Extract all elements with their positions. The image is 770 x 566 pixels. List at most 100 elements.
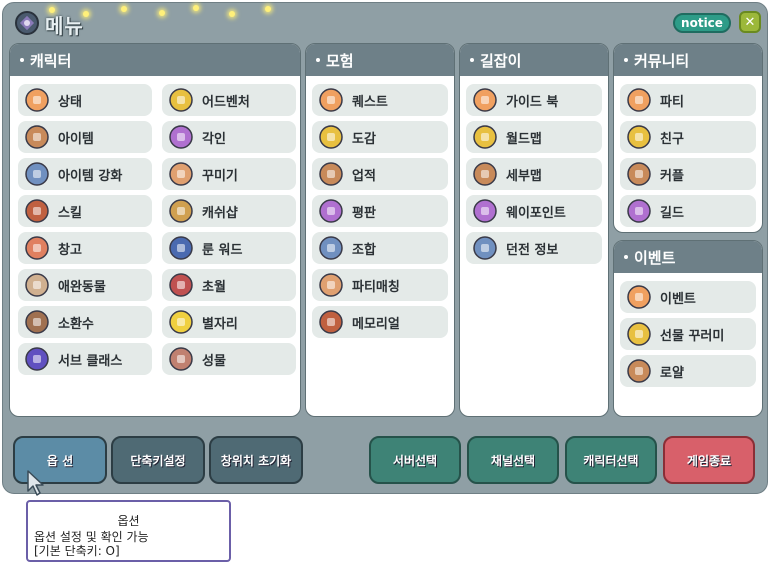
menu-item-waypoint-orb[interactable]: 웨이포인트 — [466, 195, 602, 227]
menu-item-label: 메모리얼 — [352, 316, 400, 332]
panel-header-guide: 길잡이 — [460, 44, 608, 76]
menu-item-label: 월드맵 — [506, 131, 542, 147]
menu-item-label: 도감 — [352, 131, 376, 147]
channel-select-button[interactable]: 채널선택 — [467, 436, 559, 484]
menu-gear-icon — [15, 11, 39, 35]
menu-item-enhance[interactable]: 아이템 강화 — [18, 158, 152, 190]
panel-guide: 길잡이 가이드 북월드맵세부맵웨이포인트던전 정보 — [459, 43, 609, 417]
trophy-icon — [319, 162, 343, 186]
menu-item-relic[interactable]: 성물 — [162, 343, 296, 375]
menu-item-label: 꾸미기 — [202, 168, 238, 184]
hotkey-settings-button[interactable]: 단축키설정 — [111, 436, 205, 484]
engraving-icon — [169, 125, 193, 149]
menu-item-subclass[interactable]: 서브 클래스 — [18, 343, 152, 375]
menu-item-trophy[interactable]: 업적 — [312, 158, 448, 190]
party-icon — [627, 88, 651, 112]
server-select-button[interactable]: 서버선택 — [369, 436, 461, 484]
menu-item-memorial[interactable]: 메모리얼 — [312, 306, 448, 338]
menu-item-label: 로얄 — [660, 365, 684, 381]
menu-item-item-bag[interactable]: 아이템 — [18, 121, 152, 153]
quit-game-button[interactable]: 게임종료 — [663, 436, 755, 484]
panel-header-event: 이벤트 — [614, 241, 762, 273]
tooltip-title: 옵션 — [117, 514, 140, 528]
menu-item-party[interactable]: 파티 — [620, 84, 756, 116]
menu-item-label: 선물 꾸러미 — [660, 328, 725, 344]
menu-item-combine-gear[interactable]: 조합 — [312, 232, 448, 264]
menu-item-reputation-medal[interactable]: 평판 — [312, 195, 448, 227]
waypoint-orb-icon — [473, 199, 497, 223]
menu-item-guide-book[interactable]: 가이드 북 — [466, 84, 602, 116]
menu-item-label: 창고 — [58, 242, 82, 258]
title-bar[interactable]: 메뉴 notice ✕ — [3, 3, 769, 41]
menu-item-codex-book[interactable]: 도감 — [312, 121, 448, 153]
detail-map-icon — [473, 162, 497, 186]
storage-icon — [25, 236, 49, 260]
menu-item-cash-shop[interactable]: 캐쉬샵 — [162, 195, 296, 227]
mouse-cursor-icon — [27, 470, 44, 496]
menu-item-couple[interactable]: 커플 — [620, 158, 756, 190]
gift-box-icon — [627, 322, 651, 346]
menu-item-star[interactable]: 별자리 — [162, 306, 296, 338]
royal-icon — [627, 359, 651, 383]
world-map-icon — [473, 125, 497, 149]
menu-item-label: 파티 — [660, 94, 684, 110]
couple-icon — [627, 162, 651, 186]
dungeon-info-icon — [473, 236, 497, 260]
menu-item-label: 업적 — [352, 168, 376, 184]
notice-button[interactable]: notice — [673, 13, 731, 33]
menu-item-quest-scroll[interactable]: 퀘스트 — [312, 84, 448, 116]
menu-item-adventure[interactable]: 어드벤처 — [162, 84, 296, 116]
menu-item-friend[interactable]: 친구 — [620, 121, 756, 153]
menu-item-detail-map[interactable]: 세부맵 — [466, 158, 602, 190]
menu-item-guild[interactable]: 길드 — [620, 195, 756, 227]
menu-item-label: 세부맵 — [506, 168, 542, 184]
menu-item-pet[interactable]: 애완동물 — [18, 269, 152, 301]
panel-community: 커뮤니티 파티친구커플길드 — [613, 43, 763, 233]
guild-icon — [627, 199, 651, 223]
menu-item-event-bouquet[interactable]: 이벤트 — [620, 281, 756, 313]
quest-scroll-icon — [319, 88, 343, 112]
menu-item-label: 이벤트 — [660, 291, 696, 307]
window-title: 메뉴 — [45, 14, 84, 38]
menu-item-label: 평판 — [352, 205, 376, 221]
decorate-icon — [169, 162, 193, 186]
menu-item-status[interactable]: 상태 — [18, 84, 152, 116]
menu-item-transcend[interactable]: 초월 — [162, 269, 296, 301]
menu-item-label: 성물 — [202, 353, 226, 369]
panel-title: 모험 — [326, 51, 354, 70]
adventure-icon — [169, 88, 193, 112]
cash-shop-icon — [169, 199, 193, 223]
codex-book-icon — [319, 125, 343, 149]
menu-item-decorate[interactable]: 꾸미기 — [162, 158, 296, 190]
menu-item-storage[interactable]: 창고 — [18, 232, 152, 264]
rune-word-icon — [169, 236, 193, 260]
combine-gear-icon — [319, 236, 343, 260]
guide-book-icon — [473, 88, 497, 112]
panel-title: 커뮤니티 — [634, 51, 690, 70]
memorial-icon — [319, 310, 343, 334]
menu-item-dungeon-info[interactable]: 던전 정보 — [466, 232, 602, 264]
pet-icon — [25, 273, 49, 297]
menu-item-royal[interactable]: 로얄 — [620, 355, 756, 387]
menu-item-label: 초월 — [202, 279, 226, 295]
options-tooltip: 옵션 옵션 설정 및 확인 가능 [기본 단축키: O] — [26, 500, 231, 562]
menu-item-skill-book[interactable]: 스킬 — [18, 195, 152, 227]
menu-item-gift-box[interactable]: 선물 꾸러미 — [620, 318, 756, 350]
menu-item-label: 웨이포인트 — [506, 205, 566, 221]
event-bouquet-icon — [627, 285, 651, 309]
menu-item-label: 아이템 강화 — [58, 168, 123, 184]
menu-item-summon[interactable]: 소환수 — [18, 306, 152, 338]
menu-item-engraving[interactable]: 각인 — [162, 121, 296, 153]
reset-window-position-button[interactable]: 창위치 초기화 — [209, 436, 303, 484]
close-button[interactable]: ✕ — [739, 11, 761, 33]
menu-item-label: 어드벤처 — [202, 94, 250, 110]
panel-header-adventure: 모험 — [306, 44, 454, 76]
menu-item-party-matching[interactable]: 파티매칭 — [312, 269, 448, 301]
reputation-medal-icon — [319, 199, 343, 223]
skill-book-icon — [25, 199, 49, 223]
menu-window: 메뉴 notice ✕ 캐릭터 상태 어드벤처 아이템 각인 아이템 강화 꾸미기 스킬 캐쉬… — [2, 2, 768, 494]
menu-item-world-map[interactable]: 월드맵 — [466, 121, 602, 153]
menu-item-label: 커플 — [660, 168, 684, 184]
character-select-button[interactable]: 캐릭터선택 — [565, 436, 657, 484]
menu-item-rune-word[interactable]: 룬 워드 — [162, 232, 296, 264]
